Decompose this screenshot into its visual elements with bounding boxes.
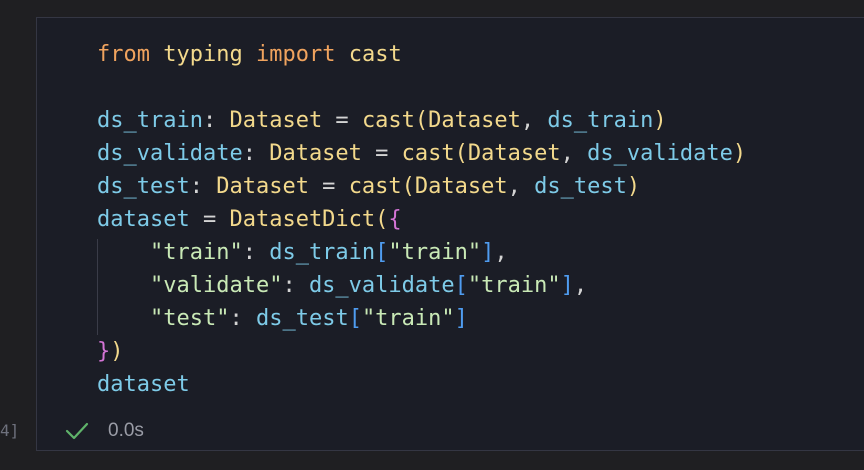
code-token: ( (401, 174, 415, 199)
code-token: from (97, 42, 150, 67)
code-token: : (189, 174, 217, 199)
code-token: [ (348, 306, 362, 331)
code-token: ] (454, 306, 468, 331)
code-token: ( (454, 141, 468, 166)
code-token: dataset (97, 372, 190, 397)
code-token: } (97, 339, 111, 364)
code-token: Dataset (467, 141, 561, 166)
code-token: Dataset (269, 141, 362, 166)
code-token: = (308, 174, 349, 199)
execution-count: 4] (0, 421, 20, 440)
code-token: ds_test (97, 174, 190, 199)
code-token: , (494, 240, 508, 265)
code-token: "validate" (149, 273, 283, 298)
code-token: ds_train (547, 108, 654, 133)
code-line: from typing import cast (97, 38, 746, 71)
code-line: "train": ds_train["train"], (97, 236, 746, 269)
code-token: cast (348, 174, 402, 199)
code-token: ds_validate (587, 141, 733, 166)
code-token: = (189, 207, 230, 232)
code-token: ds_train (269, 240, 376, 265)
code-token: ds_validate (308, 273, 455, 298)
code-line: ds_train: Dataset = cast(Dataset, ds_tra… (97, 104, 746, 137)
cell-status-bar: 0.0s (64, 418, 144, 444)
code-token: "test" (149, 306, 230, 331)
code-line: "validate": ds_validate["train"], (97, 269, 746, 302)
code-token: cast (401, 141, 455, 166)
code-token: , (573, 273, 588, 298)
code-token: Dataset (216, 174, 309, 199)
code-token: cast (361, 108, 415, 133)
code-token: ) (732, 141, 747, 166)
code-token: : (242, 240, 270, 265)
execution-time: 0.0s (108, 420, 144, 441)
code-line: }) (97, 335, 746, 368)
code-token: = (361, 141, 402, 166)
code-token: "train" (388, 240, 482, 265)
code-token: ds_test (534, 174, 627, 199)
code-token: ( (414, 108, 429, 133)
code-token: ) (110, 339, 124, 364)
code-token: ds_test (255, 306, 349, 331)
code-token: { (388, 207, 402, 232)
code-line: "test": ds_test["train"] (97, 302, 746, 335)
code-token: : (229, 306, 256, 331)
code-token: [ (454, 273, 468, 298)
code-editor[interactable]: from typing import cast ds_train: Datase… (97, 38, 746, 401)
code-token: DatasetDict (229, 207, 376, 232)
code-token: ds_validate (97, 141, 243, 166)
code-token: ] (481, 240, 495, 265)
code-token: "train" (149, 240, 243, 265)
code-token: ds_train (97, 108, 203, 133)
code-token: dataset (97, 207, 190, 232)
code-line: dataset = DatasetDict({ (97, 203, 746, 236)
code-token: : (242, 141, 270, 166)
code-token: typing (163, 42, 243, 67)
code-token: "train" (467, 273, 561, 298)
code-token: [ (375, 240, 389, 265)
code-token: Dataset (428, 108, 521, 133)
code-token: ] (560, 273, 574, 298)
code-token: , (507, 174, 535, 199)
code-token: , (520, 108, 548, 133)
code-token: : (282, 273, 309, 298)
code-token: ) (653, 108, 667, 133)
code-token: cast (348, 42, 402, 67)
code-line: ds_validate: Dataset = cast(Dataset, ds_… (97, 137, 746, 170)
code-token: Dataset (229, 108, 323, 133)
check-icon (64, 420, 90, 442)
code-token: import (255, 42, 336, 67)
code-token: = (322, 108, 362, 133)
code-line: ds_test: Dataset = cast(Dataset, ds_test… (97, 170, 746, 203)
code-token: ( (375, 207, 389, 232)
code-token: "train" (361, 306, 455, 331)
code-token: Dataset (414, 174, 508, 199)
code-token: : (202, 108, 230, 133)
code-line: dataset (97, 368, 746, 401)
code-token: , (560, 141, 588, 166)
code-token: ) (626, 174, 641, 199)
